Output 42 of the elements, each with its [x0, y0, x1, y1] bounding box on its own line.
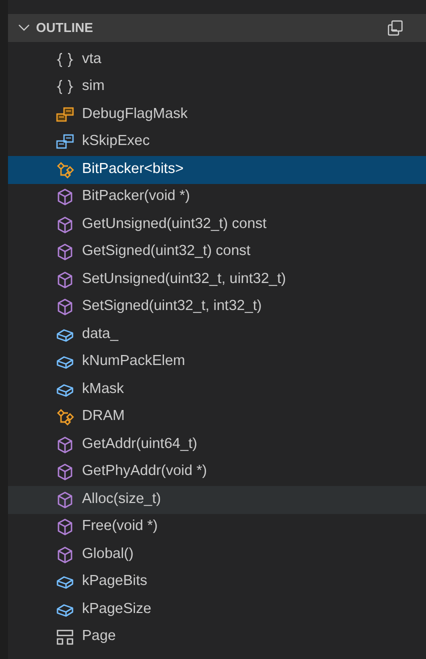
class-icon — [56, 160, 74, 179]
outline-item[interactable]: kPageBits — [8, 568, 426, 596]
outline-item[interactable]: kPageSize — [8, 596, 426, 624]
enum-icon — [56, 106, 74, 124]
outline-item[interactable]: GetAddr(uint64_t) — [8, 431, 426, 458]
outline-item[interactable]: GetPhyAddr(void *) — [8, 458, 426, 486]
outline-item[interactable]: kMask — [8, 376, 426, 404]
outline-item[interactable]: Free(void *) — [8, 514, 426, 541]
cube-icon — [56, 243, 74, 262]
outline-item[interactable]: kNumPackElem — [8, 348, 426, 376]
outline-item[interactable]: DRAM — [8, 404, 426, 431]
outline-item[interactable]: BitPacker(void *) — [8, 184, 426, 211]
class-icon — [56, 408, 74, 426]
outline-header[interactable]: OUTLINE — [8, 14, 426, 42]
braces-icon — [56, 50, 74, 69]
outline-item[interactable]: BitPacker<bits> — [8, 156, 426, 184]
cube-icon — [56, 216, 74, 234]
braces-icon — [56, 78, 74, 96]
outline-item[interactable]: vta — [8, 46, 426, 74]
outline-item[interactable]: sim — [8, 74, 426, 101]
outline-item[interactable]: GetUnsigned(uint32_t) const — [8, 211, 426, 238]
panel-title: OUTLINE — [36, 19, 94, 38]
outline-item[interactable]: kSkipExec — [8, 128, 426, 156]
collapse-all-icon[interactable] — [386, 19, 404, 37]
cube-icon — [56, 546, 74, 564]
cube-icon — [56, 298, 74, 316]
cube-icon — [56, 463, 74, 482]
cube-icon — [56, 270, 74, 289]
outline-item[interactable]: SetSigned(uint32_t, int32_t) — [8, 294, 426, 321]
struct-icon — [56, 628, 74, 646]
cube-icon — [56, 436, 74, 454]
outline-item[interactable]: DebugFlagMask — [8, 101, 426, 128]
cube-icon — [56, 188, 74, 206]
enum-member-icon — [56, 133, 74, 152]
cube-icon — [56, 518, 74, 536]
outline-item[interactable]: GetSigned(uint32_t) const — [8, 238, 426, 266]
outline-item[interactable]: data_ — [8, 321, 426, 348]
outline-item[interactable]: SetUnsigned(uint32_t, uint32_t) — [8, 266, 426, 294]
cube-icon — [56, 490, 74, 509]
outline-item[interactable]: Global() — [8, 541, 426, 568]
outline-item[interactable]: Alloc(size_t) — [8, 486, 426, 514]
outline-item[interactable]: Page — [8, 624, 426, 651]
